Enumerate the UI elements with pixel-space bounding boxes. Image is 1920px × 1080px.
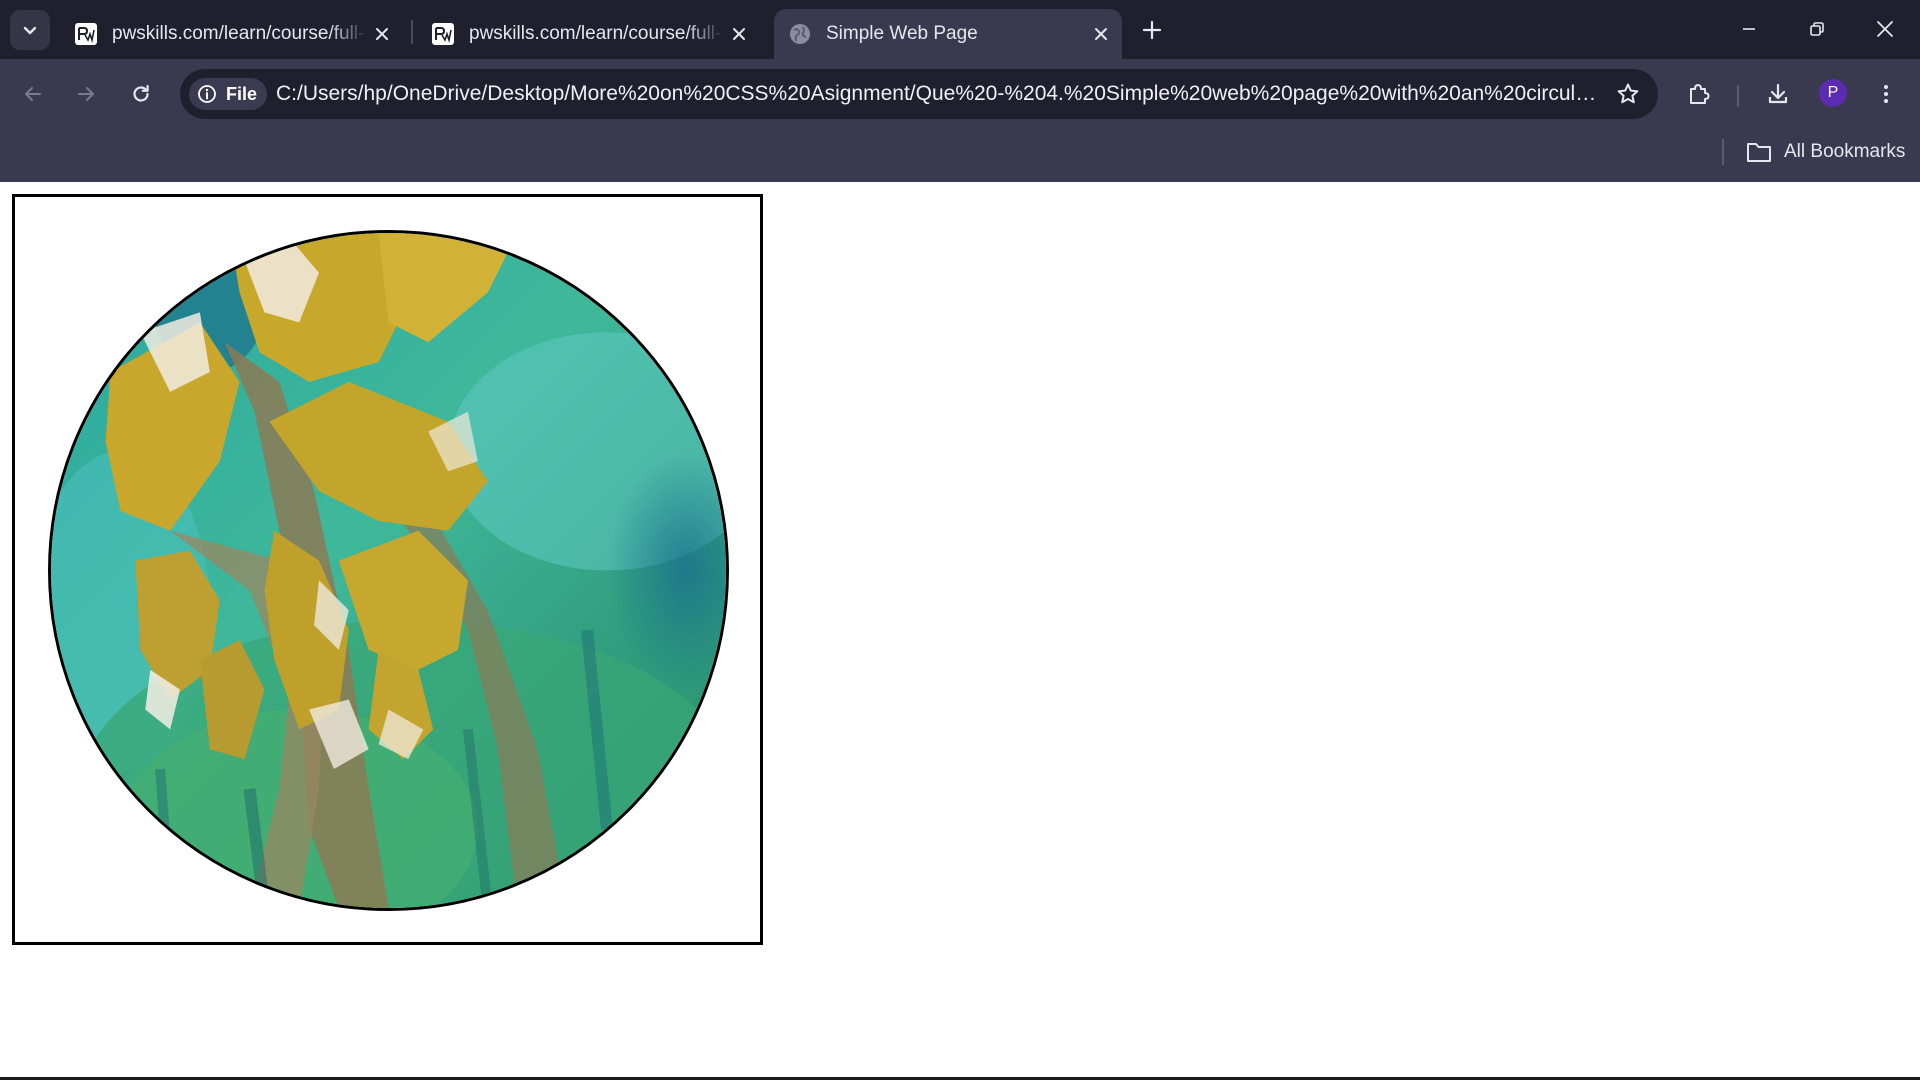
pwskills-logo-icon [432, 23, 454, 45]
browser-window: pwskills.com/learn/course/full-stack pws… [0, 0, 1920, 1080]
tab-divider [411, 20, 413, 44]
reload-icon [133, 84, 149, 102]
profile-initial: P [1827, 84, 1839, 101]
close-icon [733, 28, 745, 40]
toolbar-divider [1737, 85, 1739, 107]
image-container [12, 194, 763, 945]
extensions-button[interactable] [1679, 74, 1719, 114]
bookmarks-bar: All Bookmarks [0, 129, 1920, 182]
folder-icon [1747, 143, 1771, 162]
tab-simple-web-page[interactable]: Simple Web Page [774, 9, 1122, 59]
circular-image [48, 230, 729, 911]
new-tab-button[interactable] [1136, 12, 1168, 48]
chevron-down-icon [23, 26, 37, 35]
more-vertical-icon [1884, 85, 1888, 103]
arrow-left-icon [25, 87, 41, 101]
plus-icon [1142, 20, 1162, 40]
pwskills-logo-icon [75, 23, 97, 45]
download-icon [1768, 83, 1788, 104]
minimize-button[interactable] [1716, 0, 1782, 58]
profile-avatar[interactable]: P [1819, 79, 1847, 107]
menu-button[interactable] [1866, 74, 1906, 114]
page-viewport [0, 182, 1920, 1080]
address-bar[interactable]: File C:/Users/hp/OneDrive/Desktop/More%2… [180, 69, 1658, 119]
tab-close-button[interactable] [1086, 19, 1116, 49]
tab-close-button[interactable] [724, 19, 754, 49]
forward-button[interactable] [66, 74, 106, 114]
close-window-button[interactable] [1852, 0, 1918, 58]
bookmark-star-button[interactable] [1610, 76, 1646, 112]
arrow-right-icon [78, 87, 94, 101]
tab-search-button[interactable] [10, 10, 50, 50]
tab-title: pwskills.com/learn/course/full-stack [112, 23, 367, 44]
toolbar: File C:/Users/hp/OneDrive/Desktop/More%2… [0, 59, 1920, 129]
tab-close-button[interactable] [367, 19, 397, 49]
close-icon [376, 28, 388, 40]
tab-pwskills-1[interactable]: pwskills.com/learn/course/full-stack [60, 9, 403, 59]
back-button[interactable] [13, 74, 53, 114]
tab-pwskills-2[interactable]: pwskills.com/learn/course/full-stack [417, 9, 760, 59]
restore-icon [1810, 22, 1824, 36]
puzzle-piece-icon [1690, 84, 1710, 104]
tab-title: Simple Web Page [826, 23, 978, 44]
tab-title: pwskills.com/learn/course/full-stack [469, 23, 724, 44]
minimize-icon [1743, 28, 1755, 30]
close-icon [1877, 21, 1893, 37]
close-icon [1095, 28, 1107, 40]
reload-button[interactable] [121, 74, 161, 114]
all-bookmarks-button[interactable]: All Bookmarks [1746, 137, 1905, 167]
site-info-label: File [226, 83, 258, 104]
aerial-river-delta-image [51, 233, 726, 908]
restore-button[interactable] [1784, 0, 1850, 58]
downloads-button[interactable] [1758, 74, 1798, 114]
all-bookmarks-label: All Bookmarks [1784, 141, 1906, 162]
globe-icon [790, 24, 810, 44]
bookmarks-divider [1722, 139, 1724, 165]
url-text[interactable]: C:/Users/hp/OneDrive/Desktop/More%20on%2… [276, 69, 1606, 119]
star-icon [1617, 83, 1639, 104]
tab-strip: pwskills.com/learn/course/full-stack pws… [0, 0, 1920, 59]
site-info-chip[interactable]: File [189, 78, 268, 110]
info-icon [198, 85, 216, 103]
